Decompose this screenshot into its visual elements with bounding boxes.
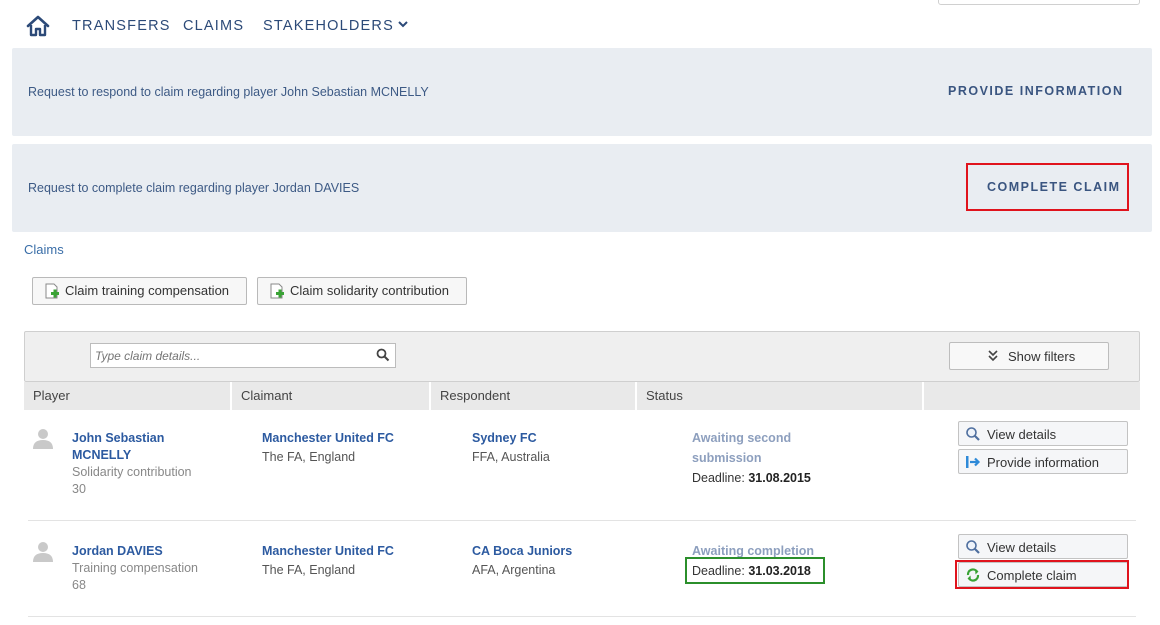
column-header-claimant[interactable]: Claimant xyxy=(232,382,431,410)
top-navigation: TRANSFERS CLAIMS STAKEHOLDERS xyxy=(0,0,1160,48)
notice-provide-information: Request to respond to claim regarding pl… xyxy=(12,48,1152,136)
highlight-box xyxy=(955,560,1129,589)
respondent-link[interactable]: CA Boca Juniors xyxy=(472,543,572,560)
column-header-respondent[interactable]: Respondent xyxy=(431,382,637,410)
column-header-player[interactable]: Player xyxy=(24,382,232,410)
nav-transfers[interactable]: TRANSFERS xyxy=(72,18,171,34)
magnifier-icon xyxy=(966,540,980,554)
highlight-box xyxy=(685,557,825,584)
claim-training-compensation-button[interactable]: Claim training compensation xyxy=(32,277,247,305)
status-text: submission xyxy=(692,451,762,465)
column-header-actions xyxy=(924,382,1140,410)
nav-stakeholders[interactable]: STAKEHOLDERS xyxy=(263,18,408,34)
double-chevron-down-icon xyxy=(988,350,998,362)
magnifier-icon xyxy=(966,427,980,441)
deadline-label: Deadline: xyxy=(692,471,745,485)
view-details-label: View details xyxy=(987,540,1057,555)
claimant-association: The FA, England xyxy=(262,450,356,464)
claim-number: 68 xyxy=(72,578,86,592)
avatar-icon xyxy=(33,429,53,449)
filter-bar: Show filters xyxy=(24,331,1140,382)
respondent-link[interactable]: Sydney FC xyxy=(472,430,537,447)
view-details-button[interactable]: View details xyxy=(958,534,1128,559)
search-icon[interactable] xyxy=(376,348,390,362)
avatar-icon xyxy=(33,542,53,562)
view-details-label: View details xyxy=(987,427,1057,442)
search-input[interactable] xyxy=(90,343,396,368)
home-icon[interactable] xyxy=(26,15,50,37)
claim-solidarity-contribution-button[interactable]: Claim solidarity contribution xyxy=(257,277,467,305)
player-first-name[interactable]: John Sebastian xyxy=(72,430,164,447)
claimant-link[interactable]: Manchester United FC xyxy=(262,543,394,560)
claimant-association: The FA, England xyxy=(262,563,356,577)
document-add-icon xyxy=(270,283,284,299)
notice-text: Request to respond to claim regarding pl… xyxy=(28,85,429,99)
claimant-link[interactable]: Manchester United FC xyxy=(262,430,394,447)
table-header: Player Claimant Respondent Status xyxy=(24,382,1140,410)
provide-information-label: Provide information xyxy=(987,455,1099,470)
respondent-association: FFA, Australia xyxy=(472,450,550,464)
row-divider xyxy=(28,520,1136,521)
claim-solidarity-contribution-label: Claim solidarity contribution xyxy=(290,283,449,298)
nav-stakeholders-label: STAKEHOLDERS xyxy=(263,18,394,34)
deadline-value: 31.08.2015 xyxy=(748,471,811,485)
provide-information-button[interactable]: Provide information xyxy=(958,449,1128,474)
notice-text: Request to complete claim regarding play… xyxy=(28,181,360,195)
respondent-association: AFA, Argentina xyxy=(472,563,556,577)
user-menu-box[interactable] xyxy=(938,0,1140,5)
arrow-right-icon xyxy=(966,456,981,468)
highlight-box xyxy=(966,163,1129,211)
document-add-icon xyxy=(45,283,59,299)
player-name[interactable]: Jordan DAVIES xyxy=(72,543,163,560)
breadcrumb[interactable]: Claims xyxy=(24,242,64,257)
show-filters-label: Show filters xyxy=(1008,349,1076,364)
nav-claims[interactable]: CLAIMS xyxy=(183,18,244,34)
provide-information-link[interactable]: PROVIDE INFORMATION xyxy=(948,84,1124,98)
view-details-button[interactable]: View details xyxy=(958,421,1128,446)
show-filters-button[interactable]: Show filters xyxy=(949,342,1109,370)
row-divider xyxy=(28,616,1136,617)
player-last-name[interactable]: MCNELLY xyxy=(72,447,131,464)
claim-type: Solidarity contribution xyxy=(72,465,192,479)
claim-type: Training compensation xyxy=(72,561,198,575)
column-header-status[interactable]: Status xyxy=(637,382,924,410)
status-text: Awaiting second xyxy=(692,431,792,445)
deadline: Deadline: 31.08.2015 xyxy=(692,470,811,487)
claim-training-compensation-label: Claim training compensation xyxy=(65,283,230,298)
claim-number: 30 xyxy=(72,482,86,496)
chevron-down-icon xyxy=(398,21,408,28)
